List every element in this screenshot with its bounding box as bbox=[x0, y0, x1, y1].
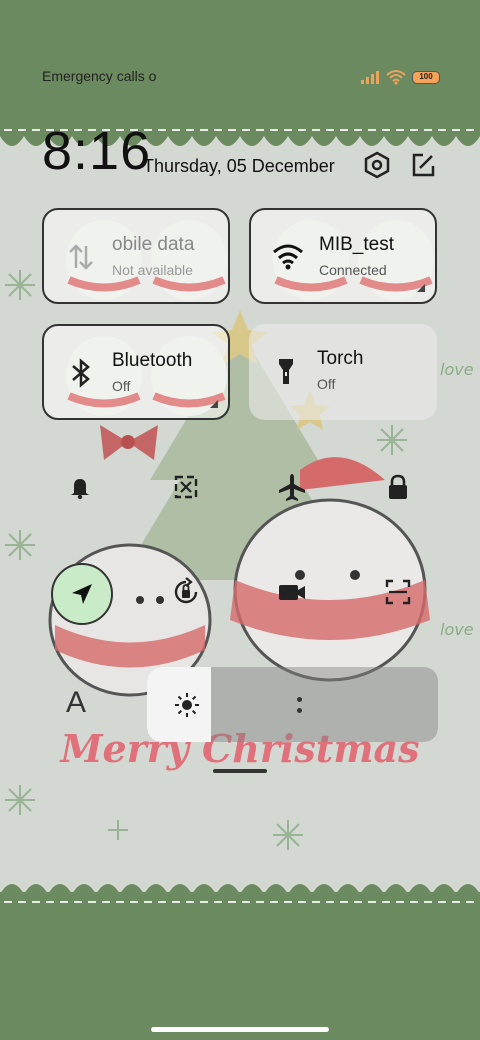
tile-label: MIB_test bbox=[319, 234, 394, 255]
wifi-icon bbox=[386, 70, 406, 85]
clock: 8:16 bbox=[42, 121, 152, 181]
svg-text:love: love bbox=[440, 360, 474, 379]
tile-label: Bluetooth bbox=[112, 350, 193, 371]
location-icon bbox=[72, 584, 92, 604]
tile-label: obile data bbox=[112, 234, 195, 255]
tile-label: Torch bbox=[317, 348, 364, 369]
location-toggle-button[interactable] bbox=[51, 563, 113, 625]
auto-rotate-icon[interactable] bbox=[164, 570, 208, 614]
status-bar: Emergency calls o 100 bbox=[0, 60, 480, 92]
bell-icon[interactable] bbox=[58, 465, 102, 509]
lock-icon[interactable] bbox=[376, 465, 420, 509]
tile-mobile-data[interactable]: obile data Not available bbox=[42, 208, 230, 304]
tile-status: Connected bbox=[319, 262, 387, 278]
brightness-icon bbox=[175, 693, 199, 717]
settings-hexagon-icon[interactable] bbox=[362, 150, 392, 180]
wifi-icon bbox=[273, 244, 303, 270]
date-label: Thursday, 05 December bbox=[143, 156, 335, 176]
bluetooth-icon bbox=[72, 358, 90, 388]
scan-icon[interactable] bbox=[376, 570, 420, 614]
battery-indicator: 100 bbox=[412, 70, 440, 84]
wallpaper-bottom-band bbox=[0, 892, 480, 1040]
video-camera-icon[interactable] bbox=[270, 570, 314, 614]
home-indicator[interactable] bbox=[151, 1027, 329, 1032]
tile-bluetooth[interactable]: Bluetooth Off bbox=[42, 324, 230, 420]
tile-wifi[interactable]: MIB_test Connected bbox=[249, 208, 437, 304]
tile-status: Off bbox=[112, 378, 131, 394]
signal-bars-icon bbox=[361, 71, 379, 84]
expand-corner-icon[interactable] bbox=[417, 284, 425, 292]
screenshot-icon[interactable] bbox=[164, 465, 208, 509]
airplane-icon[interactable] bbox=[270, 465, 314, 509]
tile-status: Off bbox=[317, 376, 336, 392]
tile-status: Not available bbox=[112, 262, 193, 278]
edit-icon[interactable] bbox=[408, 150, 438, 180]
carrier-status-text: Emergency calls o bbox=[42, 68, 157, 84]
tile-torch[interactable]: Torch Off bbox=[249, 324, 437, 420]
font-size-button[interactable]: A bbox=[66, 686, 86, 720]
slider-divider-dots bbox=[297, 667, 302, 742]
torch-icon bbox=[279, 359, 293, 384]
panel-drag-handle[interactable] bbox=[213, 769, 267, 773]
mobile-data-icon bbox=[69, 244, 93, 270]
expand-corner-icon[interactable] bbox=[210, 400, 218, 408]
brightness-slider[interactable] bbox=[147, 667, 438, 742]
svg-text:love: love bbox=[440, 620, 474, 639]
